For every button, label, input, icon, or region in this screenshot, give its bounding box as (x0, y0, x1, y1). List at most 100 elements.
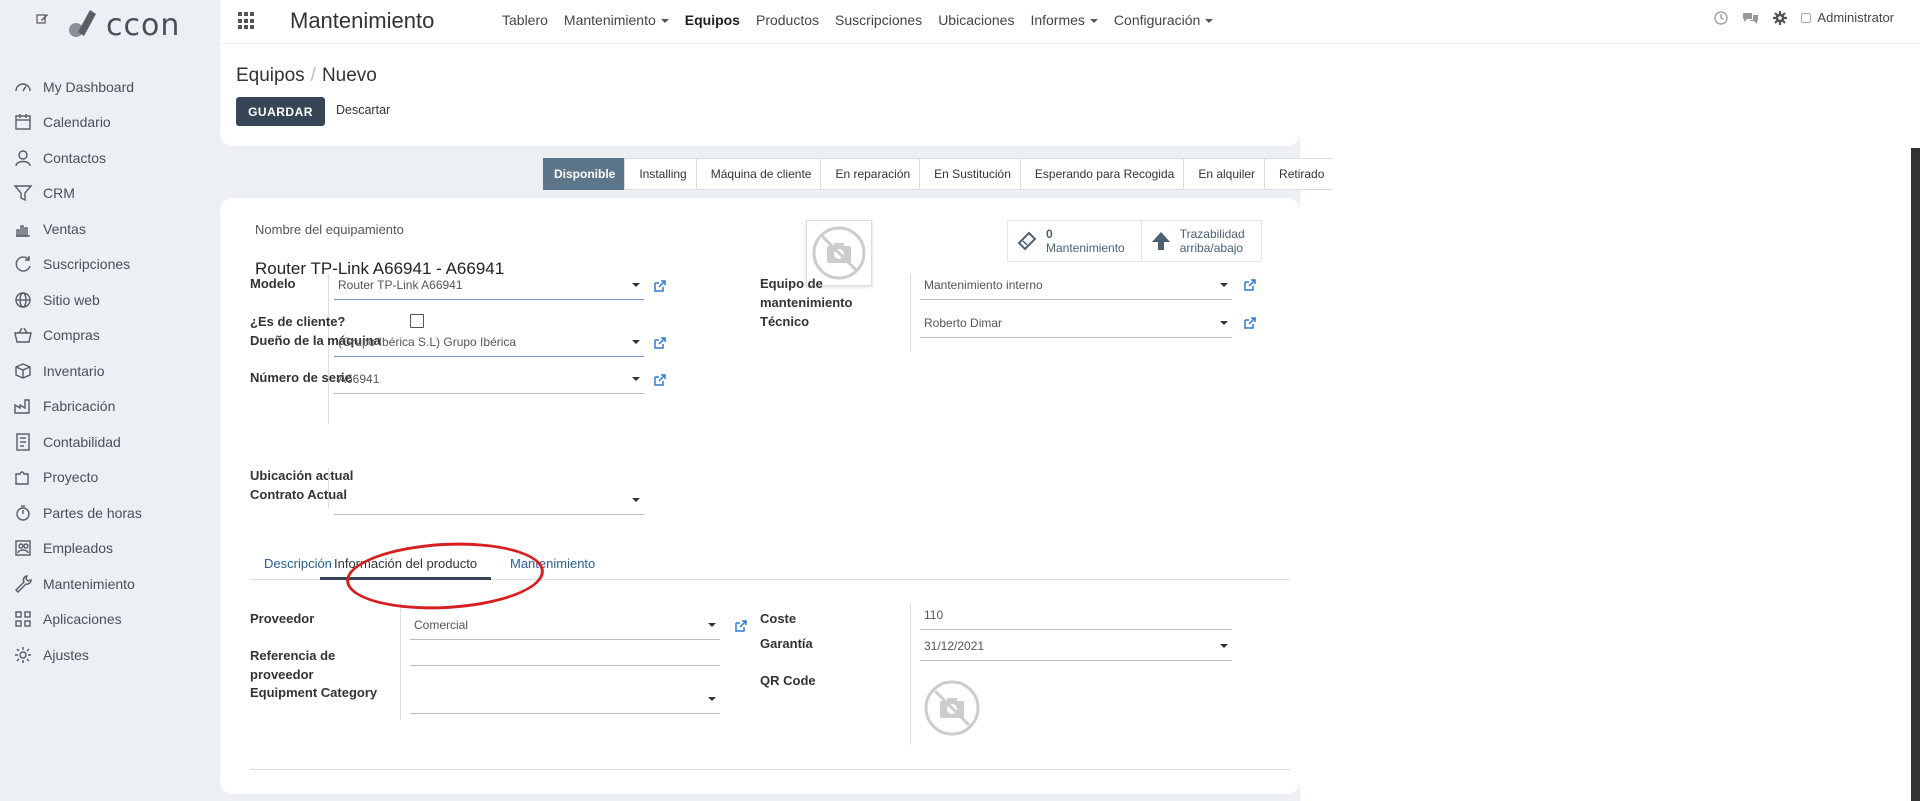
sidebar-item-label: My Dashboard (43, 78, 135, 95)
menu-item-informes[interactable]: Informes (1030, 12, 1098, 28)
save-button[interactable]: GUARDAR (236, 97, 325, 126)
chevron-down-icon[interactable] (632, 283, 640, 287)
sidebar-item-label: Fabricación (43, 398, 116, 415)
sidebar-item-sitio-web[interactable]: Sitio web (0, 282, 220, 318)
status-m-quina-de-cliente[interactable]: Máquina de cliente (695, 158, 821, 190)
breadcrumb-parent[interactable]: Equipos (236, 65, 305, 86)
contrato-field[interactable] (334, 485, 644, 515)
contrato-label: Contrato Actual (250, 487, 348, 502)
status-esperando-para-recogida[interactable]: Esperando para Recogida (1019, 158, 1184, 190)
chevron-down-icon[interactable] (632, 377, 640, 381)
wrench-icon (12, 573, 34, 595)
settings-gear-icon[interactable] (1773, 10, 1788, 25)
apps-grid-icon[interactable] (238, 12, 256, 30)
sidebar-item-my-dashboard[interactable]: My Dashboard (0, 69, 220, 105)
chevron-down-icon[interactable] (708, 697, 716, 701)
referencia-field[interactable] (410, 636, 720, 666)
external-link-icon[interactable] (1243, 278, 1257, 292)
chevron-down-icon[interactable] (708, 623, 716, 627)
sidebar-item-ventas[interactable]: Ventas (0, 211, 220, 247)
sidebar-item-contabilidad[interactable]: Contabilidad (0, 424, 220, 460)
sidebar-item-crm[interactable]: CRM (0, 176, 220, 212)
menu-item-suscripciones[interactable]: Suscripciones (835, 12, 922, 28)
external-link-icon[interactable] (653, 279, 667, 293)
garantia-field[interactable]: 31/12/2021 (920, 631, 1232, 661)
scrollbar[interactable] (1911, 148, 1920, 801)
status-installing[interactable]: Installing (624, 158, 696, 190)
sidebar-item-mantenimiento[interactable]: Mantenimiento (0, 566, 220, 602)
menu-item-ubicaciones[interactable]: Ubicaciones (938, 12, 1014, 28)
serie-field[interactable]: A66941 (334, 364, 644, 394)
sidebar: ccon My Dashboard Calendario Contactos CRM V… (0, 0, 220, 801)
factory-icon (12, 395, 34, 417)
external-link-icon[interactable] (653, 373, 667, 387)
app-title: Mantenimiento (290, 8, 435, 33)
people-icon (12, 537, 34, 559)
equipo-mant-field[interactable]: Mantenimiento interno (920, 270, 1232, 300)
menu-item-tablero[interactable]: Tablero (502, 12, 548, 28)
sidebar-item-inventario[interactable]: Inventario (0, 353, 220, 389)
tecnico-field[interactable]: Roberto Dimar (920, 308, 1232, 338)
chevron-down-icon[interactable] (632, 498, 640, 502)
coste-field[interactable]: 110 (920, 600, 1232, 630)
sidebar-item-contactos[interactable]: Contactos (0, 140, 220, 176)
menu-item-mantenimiento[interactable]: Mantenimiento (564, 12, 669, 28)
menu-item-productos[interactable]: Productos (756, 12, 819, 28)
maintenance-smart-button[interactable]: 0 Mantenimiento (1008, 221, 1142, 261)
dueno-field[interactable]: (Grupo Ibérica S.L) Grupo Ibérica (334, 327, 644, 357)
chat-icon[interactable] (1742, 11, 1759, 25)
traceability-smart-button[interactable]: Trazabilidad arriba/abajo (1142, 221, 1261, 261)
tab-right-divider (910, 603, 911, 745)
menu-item-label: Mantenimiento (563, 12, 656, 28)
sidebar-item-proyecto[interactable]: Proyecto (0, 460, 220, 496)
category-label: Equipment Category (250, 685, 378, 700)
status-en-reparaci-n[interactable]: En reparación (820, 158, 920, 190)
left-group-divider-2 (328, 468, 329, 508)
sidebar-item-partes-de-horas[interactable]: Partes de horas (0, 495, 220, 531)
edit-icon[interactable] (36, 12, 49, 28)
refresh-icon (12, 253, 34, 275)
sidebar-item-compras[interactable]: Compras (0, 318, 220, 354)
user-menu[interactable]: Administrator (1801, 10, 1894, 25)
main-menu: Tablero Mantenimiento Equipos Productos Susc… (502, 12, 1229, 28)
sidebar-item-empleados[interactable]: Empleados (0, 531, 220, 567)
basket-icon (12, 324, 34, 346)
sidebar-item-calendario[interactable]: Calendario (0, 105, 220, 141)
gear-icon (12, 644, 34, 666)
discard-button[interactable]: Descartar (336, 103, 390, 117)
modelo-label: Modelo (250, 276, 296, 291)
chevron-down-icon[interactable] (1220, 644, 1228, 648)
external-link-icon[interactable] (653, 336, 667, 350)
globe-icon (12, 289, 34, 311)
equipment-name-label: Nombre del equipamiento (255, 222, 404, 237)
menu-item-configuraci-n[interactable]: Configuración (1114, 12, 1214, 28)
sidebar-item-aplicaciones[interactable]: Aplicaciones (0, 602, 220, 638)
chevron-down-icon[interactable] (1220, 283, 1228, 287)
menu-item-equipos[interactable]: Equipos (685, 12, 740, 28)
proveedor-value: Comercial (414, 618, 469, 632)
coste-label: Coste (760, 611, 797, 626)
clock-icon[interactable] (1714, 10, 1729, 25)
sidebar-item-suscripciones[interactable]: Suscripciones (0, 247, 220, 283)
status-en-sustituci-n[interactable]: En Sustitución (919, 158, 1020, 190)
category-field[interactable] (410, 684, 720, 714)
status-en-alquiler[interactable]: En alquiler (1183, 158, 1265, 190)
sidebar-item-ajustes[interactable]: Ajustes (0, 637, 220, 673)
section-divider (250, 769, 1290, 770)
sidebar-item-label: Sitio web (43, 291, 100, 308)
chevron-down-icon[interactable] (1220, 321, 1228, 325)
external-link-icon[interactable] (1243, 316, 1257, 330)
status-retirado[interactable]: Retirado (1264, 158, 1334, 190)
sidebar-item-label: Mantenimiento (43, 575, 135, 592)
stopwatch-icon (12, 502, 34, 524)
sidebar-item-label: Empleados (43, 540, 114, 557)
modelo-field[interactable]: Router TP-Link A66941 (334, 270, 644, 300)
user-icon (12, 147, 34, 169)
qr-no-photo-icon[interactable] (923, 679, 981, 737)
external-link-icon[interactable] (734, 619, 748, 633)
referencia-label-1: Referencia de (250, 648, 336, 663)
status-disponible[interactable]: Disponible (543, 158, 625, 190)
chevron-down-icon[interactable] (632, 340, 640, 344)
es-cliente-checkbox[interactable] (410, 314, 424, 328)
sidebar-item-fabricaci-n[interactable]: Fabricación (0, 389, 220, 425)
